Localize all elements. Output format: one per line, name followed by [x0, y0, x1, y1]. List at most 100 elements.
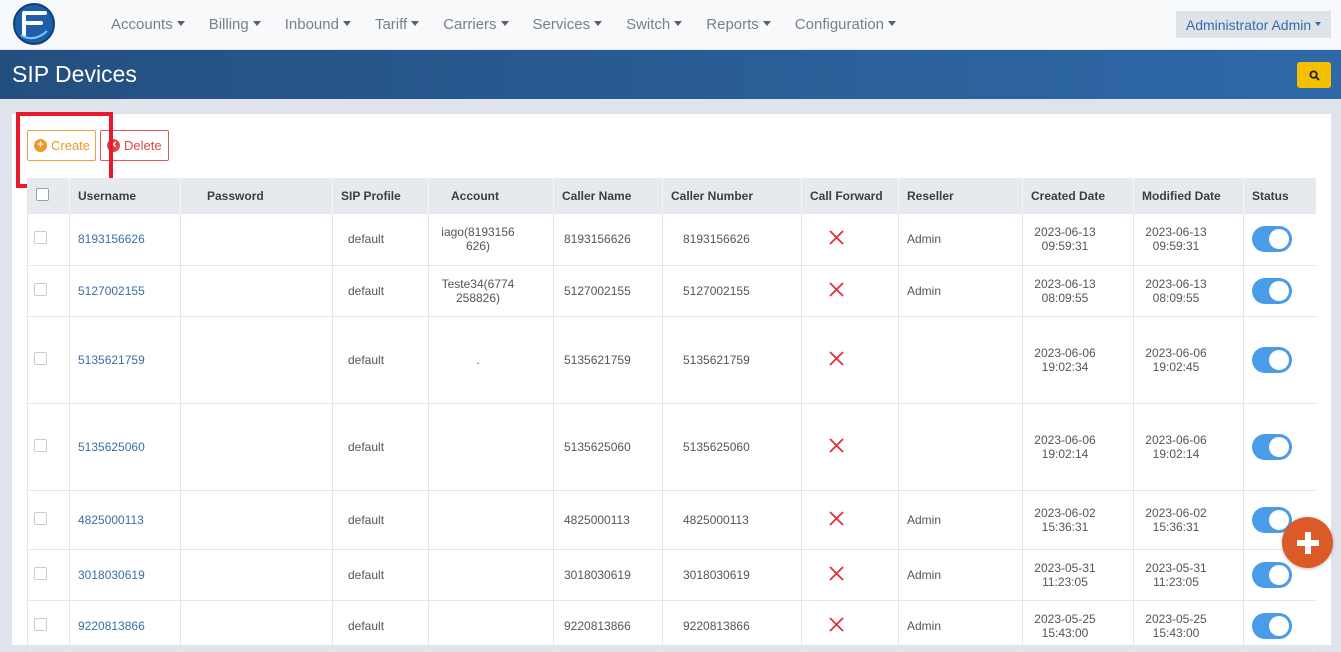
- modified-date-value: 2023-06-02 15:36:31: [1145, 505, 1207, 534]
- username-link[interactable]: 4825000113: [78, 513, 144, 527]
- caller-name-value: 5127002155: [564, 283, 631, 298]
- brand-logo[interactable]: [13, 3, 55, 45]
- nav-item-reports[interactable]: Reports: [694, 0, 783, 48]
- nav-item-label: Billing: [208, 15, 249, 33]
- page-title: SIP Devices: [12, 61, 137, 87]
- created-date-value: 2023-05-25 15:43:00: [1034, 611, 1096, 640]
- username-link[interactable]: 5127002155: [78, 284, 145, 298]
- main-menu: Accounts Billing Inbound Tariff Carriers Serv…: [99, 0, 908, 48]
- modified-date-value: 2023-06-13 09:59:31: [1145, 225, 1207, 254]
- col-caller-number[interactable]: Caller Number: [662, 178, 802, 214]
- username-link[interactable]: 8193156626: [78, 232, 145, 246]
- caller-name-value: 3018030619: [564, 567, 631, 582]
- create-button[interactable]: + Create: [27, 130, 96, 161]
- sip-devices-table: Username Password SIP Profile Account Ca…: [27, 178, 1316, 652]
- x-icon: [829, 510, 844, 526]
- search-button[interactable]: [1297, 62, 1331, 88]
- search-icon: [1308, 69, 1320, 81]
- table-row[interactable]: 9220813866 default 9220813866 9220813866 Adm…: [27, 600, 1316, 652]
- nav-item-tariff[interactable]: Tariff: [363, 0, 431, 48]
- row-checkbox[interactable]: [34, 438, 47, 452]
- top-navbar: Accounts Billing Inbound Tariff Carriers Serv…: [0, 0, 1341, 50]
- delete-button[interactable]: × Delete: [100, 130, 169, 161]
- x-icon: [829, 230, 844, 245]
- caller-name-value: 5135621759: [564, 352, 631, 367]
- sip-profile-value: default: [348, 352, 385, 367]
- nav-item-inbound[interactable]: Inbound: [273, 0, 363, 48]
- plus-icon: [1296, 531, 1319, 554]
- created-date-value: 2023-06-06 19:02:34: [1034, 345, 1096, 374]
- col-account[interactable]: Account: [428, 178, 554, 214]
- reseller-value: Admin: [907, 232, 942, 247]
- col-reseller[interactable]: Reseller: [898, 178, 1023, 214]
- col-caller-name[interactable]: Caller Name: [553, 178, 663, 214]
- floating-add-button[interactable]: [1282, 517, 1333, 568]
- row-checkbox[interactable]: [34, 351, 47, 365]
- x-icon: [829, 350, 844, 366]
- account-value: Teste34(6774258826): [441, 276, 515, 305]
- created-date-value: 2023-06-13 08:09:55: [1034, 276, 1096, 305]
- x-icon: [829, 616, 844, 632]
- sip-profile-value: default: [348, 512, 385, 527]
- chevron-down-icon: [674, 20, 683, 26]
- account-value: .: [476, 352, 480, 367]
- sip-profile-value: default: [348, 283, 385, 298]
- status-toggle[interactable]: [1252, 226, 1292, 253]
- username-link[interactable]: 5135621759: [78, 353, 145, 367]
- row-checkbox[interactable]: [34, 282, 47, 296]
- created-date-value: 2023-05-31 11:23:05: [1034, 560, 1096, 589]
- nav-item-configuration[interactable]: Configuration: [783, 0, 908, 48]
- nav-item-switch[interactable]: Switch: [614, 0, 694, 48]
- col-username[interactable]: Username: [69, 178, 181, 214]
- caller-number-value: 5135625060: [683, 439, 750, 454]
- nav-item-label: Inbound: [284, 15, 339, 33]
- row-checkbox[interactable]: [34, 566, 47, 580]
- table-row[interactable]: 3018030619 default 3018030619 3018030619 Adm…: [27, 549, 1316, 601]
- row-checkbox[interactable]: [34, 617, 47, 631]
- row-checkbox[interactable]: [34, 231, 47, 245]
- table-row[interactable]: 8193156626 default iago(8193156626) 8193156…: [27, 214, 1316, 266]
- col-sip-profile[interactable]: SIP Profile: [332, 178, 429, 214]
- table-row[interactable]: 4825000113 default 4825000113 4825000113 Adm…: [27, 490, 1316, 550]
- table-row[interactable]: 5135621759 default. 5135621759 5135621759 20…: [27, 316, 1316, 404]
- nav-item-label: Services: [532, 15, 591, 33]
- modified-date-value: 2023-06-06 19:02:45: [1145, 345, 1207, 374]
- username-link[interactable]: 9220813866: [78, 619, 145, 633]
- sip-profile-value: default: [348, 439, 385, 454]
- chevron-down-icon: [500, 20, 509, 26]
- select-all-checkbox[interactable]: [36, 188, 49, 201]
- nav-item-label: Switch: [626, 15, 671, 33]
- username-link[interactable]: 5135625060: [78, 440, 145, 454]
- col-modified-date[interactable]: Modified Date: [1133, 178, 1244, 214]
- nav-item-accounts[interactable]: Accounts: [99, 0, 197, 48]
- caller-name-value: 4825000113: [564, 512, 630, 527]
- col-call-forward[interactable]: Call Forward: [801, 178, 899, 214]
- reseller-value: Admin: [907, 512, 942, 527]
- status-toggle[interactable]: [1252, 612, 1292, 639]
- nav-item-services[interactable]: Services: [521, 0, 615, 48]
- nav-item-billing[interactable]: Billing: [197, 0, 273, 48]
- table-row[interactable]: 5135625060 default 5135625060 5135625060 202…: [27, 403, 1316, 491]
- chevron-down-icon: [594, 20, 603, 26]
- sip-profile-value: default: [348, 232, 385, 247]
- chevron-down-icon: [1315, 21, 1322, 26]
- sip-profile-value: default: [348, 618, 385, 633]
- col-created-date[interactable]: Created Date: [1022, 178, 1134, 214]
- status-toggle[interactable]: [1252, 277, 1292, 304]
- col-password[interactable]: Password: [180, 178, 333, 214]
- sip-profile-value: default: [348, 567, 385, 582]
- status-toggle[interactable]: [1252, 433, 1292, 460]
- row-checkbox[interactable]: [34, 511, 47, 525]
- status-toggle[interactable]: [1252, 346, 1292, 373]
- created-date-value: 2023-06-02 15:36:31: [1034, 505, 1096, 534]
- modified-date-value: 2023-06-06 19:02:14: [1145, 432, 1207, 461]
- nav-item-carriers[interactable]: Carriers: [431, 0, 520, 48]
- user-menu[interactable]: Administrator Admin: [1176, 11, 1331, 38]
- col-status[interactable]: Status: [1243, 178, 1316, 214]
- chevron-down-icon: [888, 20, 897, 26]
- status-toggle[interactable]: [1252, 561, 1292, 588]
- username-link[interactable]: 3018030619: [78, 568, 145, 582]
- caller-number-value: 4825000113: [683, 512, 749, 527]
- table-row[interactable]: 5127002155 default Teste34(6774258826) 5127…: [27, 265, 1316, 317]
- reseller-value: Admin: [907, 567, 942, 582]
